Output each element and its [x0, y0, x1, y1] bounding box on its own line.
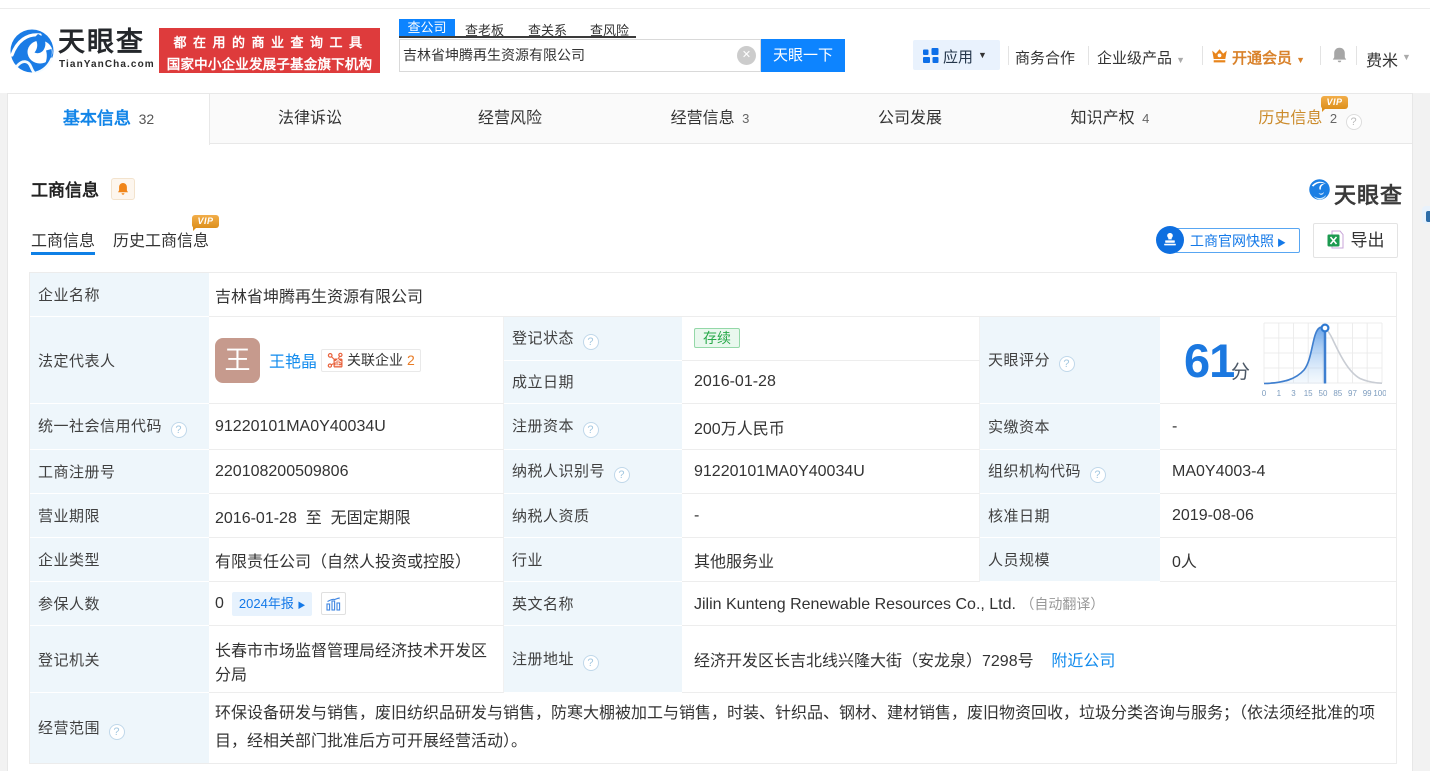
svg-text:99: 99: [1363, 389, 1372, 398]
svg-text:1: 1: [1277, 389, 1282, 398]
svg-text:3: 3: [1291, 389, 1296, 398]
svg-text:50: 50: [1319, 389, 1328, 398]
svg-text:97: 97: [1348, 389, 1357, 398]
svg-text:15: 15: [1304, 389, 1313, 398]
svg-text:企: 企: [333, 357, 342, 367]
svg-text:100: 100: [1373, 389, 1386, 398]
svg-text:0: 0: [1262, 389, 1267, 398]
svg-text:85: 85: [1333, 389, 1342, 398]
